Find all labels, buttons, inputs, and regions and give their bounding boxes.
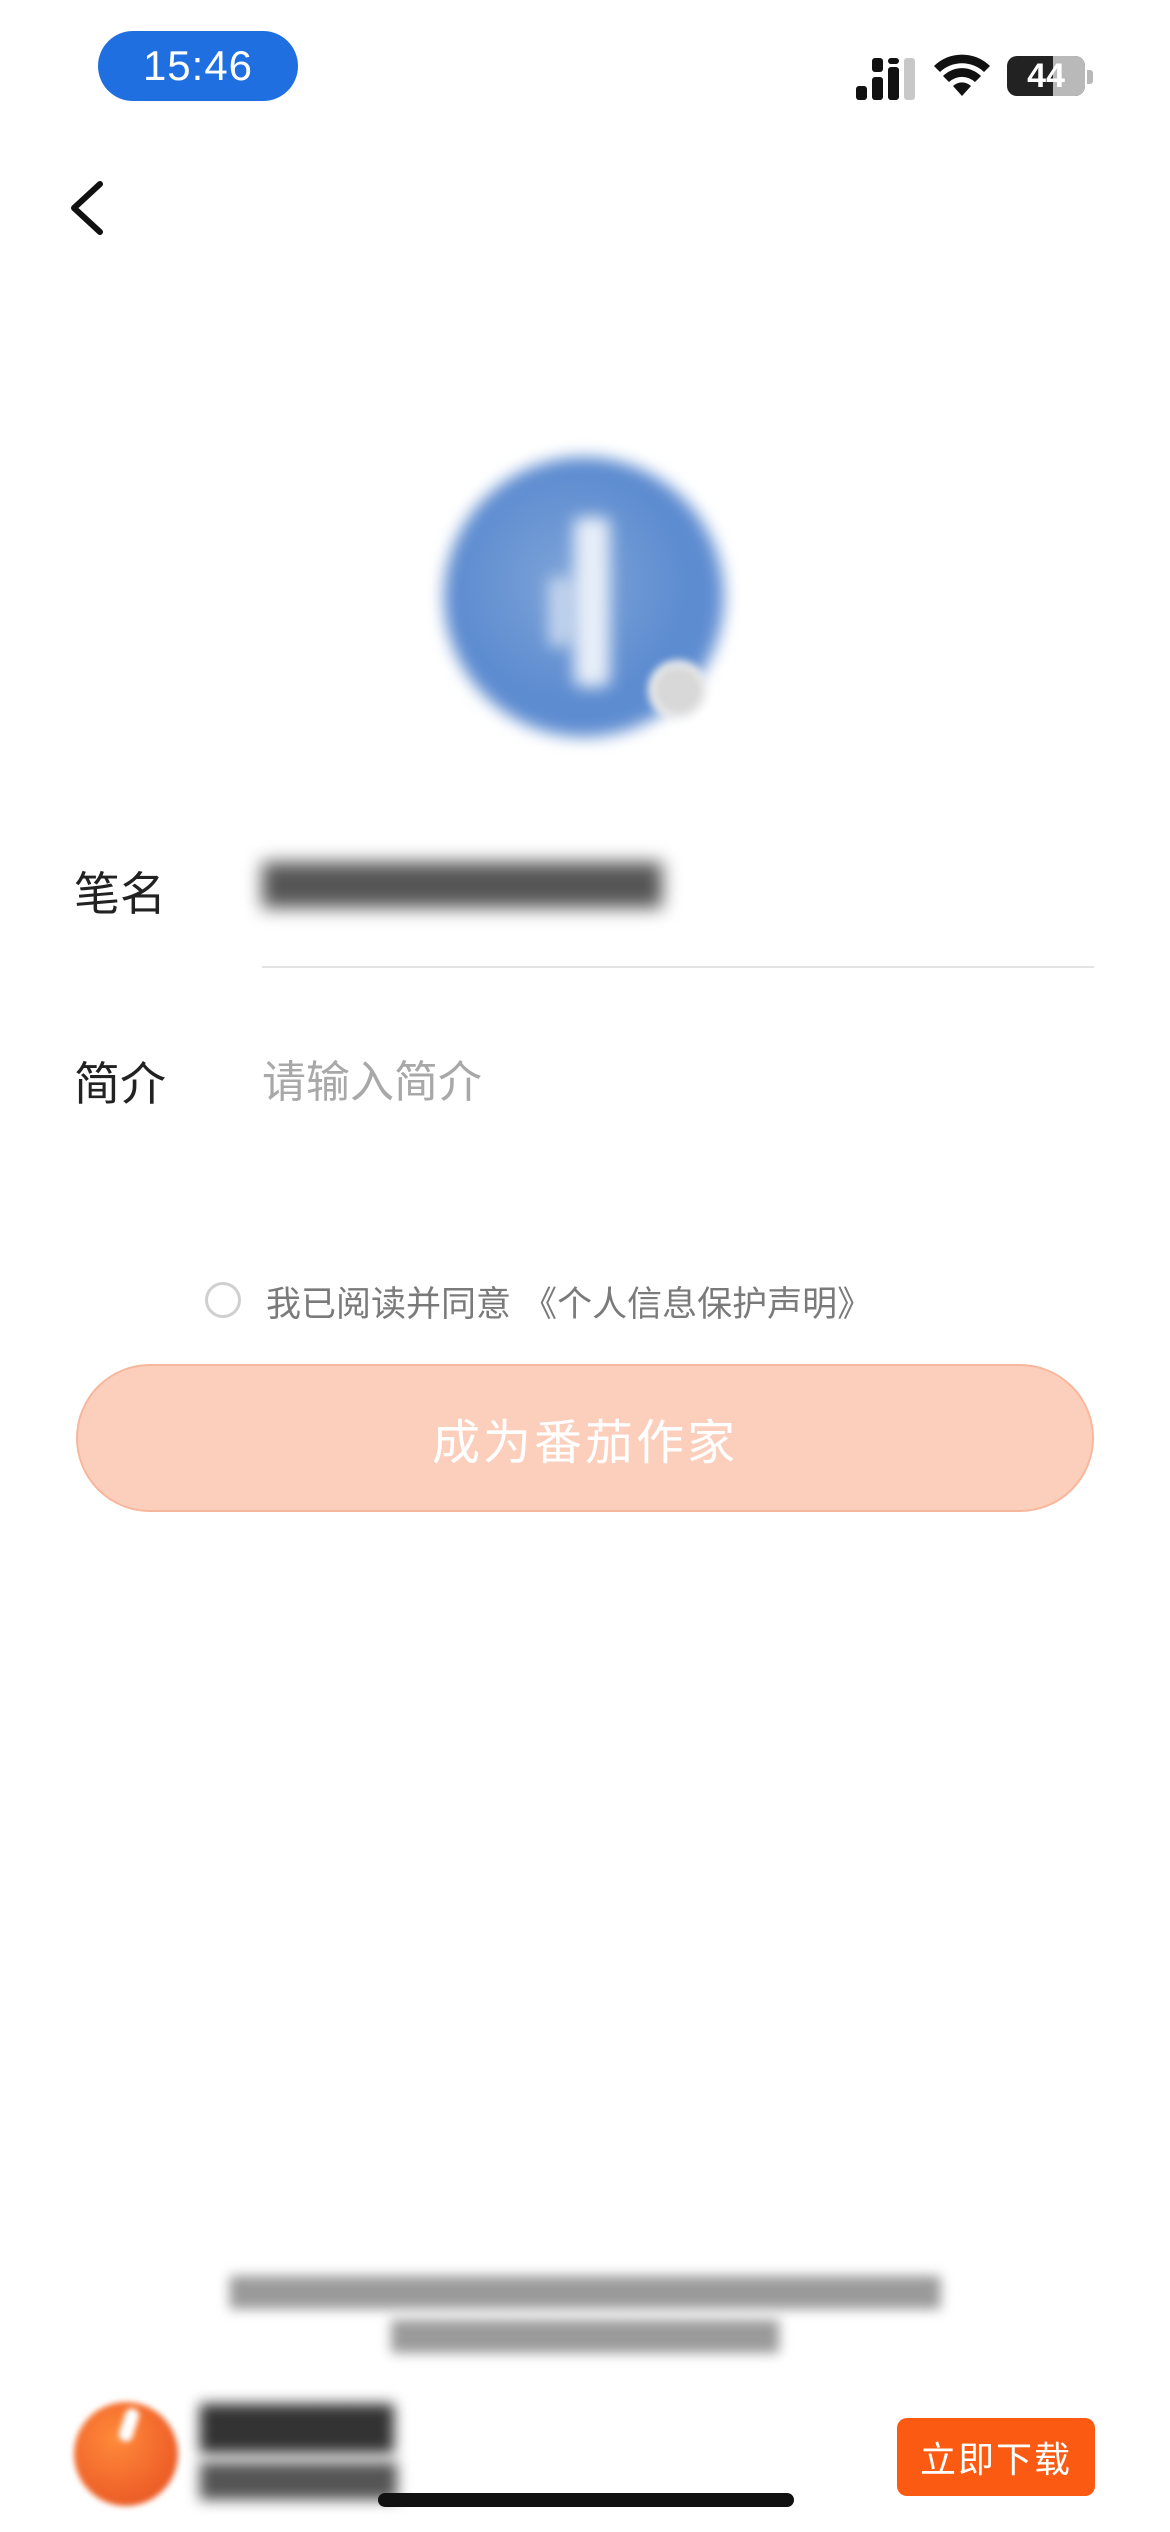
download-button[interactable]: 立即下载 bbox=[897, 2418, 1095, 2496]
pen-name-field[interactable]: █████████████ bbox=[262, 862, 742, 914]
chevron-left-icon[interactable] bbox=[60, 176, 116, 240]
wifi-icon bbox=[934, 54, 990, 96]
pen-name-label: 笔名 bbox=[74, 867, 166, 921]
cellular-signal-icon bbox=[856, 58, 915, 100]
agreement-prefix: 我已阅读并同意 bbox=[266, 1285, 512, 1325]
become-author-button[interactable]: 成为番茄作家 bbox=[76, 1364, 1094, 1512]
battery-icon: 44 bbox=[1007, 56, 1085, 96]
battery-cap bbox=[1087, 70, 1093, 84]
intro-input[interactable] bbox=[262, 1052, 1092, 1112]
agreement-text: 我已阅读并同意 《个人信息保护声明》 bbox=[266, 1276, 872, 1327]
footer-text: █████████████████████████████████ bbox=[229, 2276, 941, 2309]
agreement-radio[interactable] bbox=[205, 1282, 241, 1318]
app-logo-icon bbox=[74, 2402, 178, 2506]
home-indicator[interactable] bbox=[378, 2493, 794, 2507]
footer-links[interactable]: ██████████████████ bbox=[0, 2320, 1170, 2353]
app-name: ██████ bbox=[200, 2404, 394, 2453]
intro-label: 简介 bbox=[74, 1057, 166, 1111]
battery-level: 44 bbox=[1027, 56, 1065, 95]
pen-name-underline bbox=[262, 966, 1094, 968]
camera-badge-icon[interactable] bbox=[648, 660, 708, 720]
privacy-statement-link[interactable]: 《个人信息保护声明》 bbox=[522, 1285, 872, 1325]
screen: 15:46 44 笔名 █████████████ 简介 我已阅读并同意 《个人… bbox=[0, 0, 1170, 2532]
app-subtitle: ████████ bbox=[200, 2462, 397, 2500]
status-time: 15:46 bbox=[98, 31, 298, 101]
